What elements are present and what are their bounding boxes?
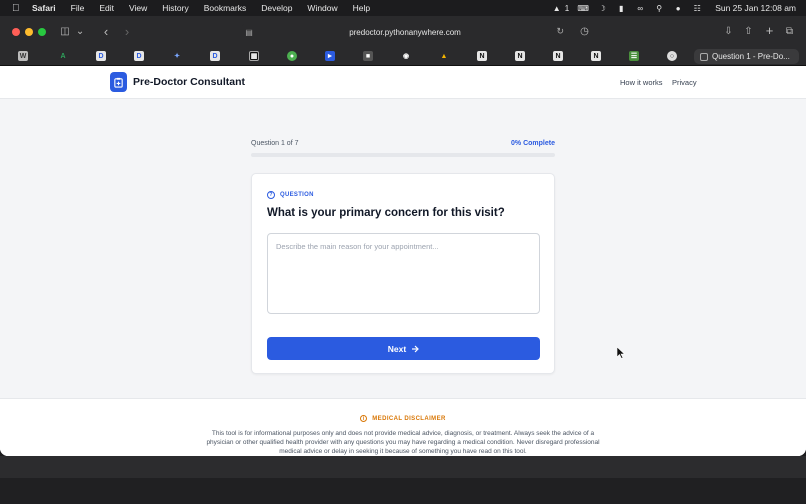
link-icon[interactable]: ∞ <box>635 4 645 13</box>
menu-history[interactable]: History <box>162 3 188 13</box>
notion-2-icon[interactable]: N <box>515 51 525 61</box>
downloads-icon[interactable]: ⇩ <box>722 25 735 38</box>
info-circle-icon: i <box>360 415 368 422</box>
menu-bookmarks[interactable]: Bookmarks <box>204 3 247 13</box>
progress-label: Question 1 of 7 <box>251 140 299 147</box>
desktop-band <box>0 456 806 478</box>
menu-file[interactable]: File <box>71 3 85 13</box>
desktop-background <box>0 456 806 504</box>
favorite-gray-icon[interactable]: ■ <box>363 51 373 61</box>
page-settings-icon[interactable]: ▤ <box>244 27 254 37</box>
disclaimer-heading: MEDICAL DISCLAIMER <box>372 415 446 422</box>
apple-menu-icon[interactable]:  <box>12 3 22 14</box>
question-title: What is your primary concern for this vi… <box>267 207 505 219</box>
notion-3-icon[interactable]: N <box>553 51 563 61</box>
search-icon[interactable]: ⚲ <box>654 4 664 13</box>
status-count: 1 <box>564 3 570 13</box>
menu-help[interactable]: Help <box>353 3 370 13</box>
active-tab-title: Question 1 - Pre-Do... <box>712 52 790 61</box>
battery-icon[interactable]: ▮ <box>616 4 626 13</box>
control-center-icon[interactable]: ☷ <box>692 4 702 13</box>
forward-button[interactable]: › <box>121 24 133 39</box>
disclaimer-heading-row: i MEDICAL DISCLAIMER <box>0 415 806 422</box>
active-tab[interactable]: Question 1 - Pre-Do... <box>694 49 799 64</box>
question-tag: ? QUESTION <box>267 191 314 199</box>
question-card: ? QUESTION What is your primary concern … <box>251 173 555 374</box>
favorite-d3-icon[interactable]: D <box>210 51 220 61</box>
next-button-label: Next <box>387 343 407 354</box>
favorite-d-icon[interactable]: D <box>96 51 106 61</box>
site-header: Pre-Doctor Consultant How it works Priva… <box>0 66 806 99</box>
github-icon[interactable]: ◉ <box>401 51 411 61</box>
mouse-pointer-icon <box>617 347 625 359</box>
favorite-stack-icon[interactable]: ☰ <box>629 51 639 61</box>
answer-textarea[interactable] <box>267 233 540 314</box>
nav-how-it-works[interactable]: How it works <box>620 78 663 87</box>
progress-percent: 0% Complete <box>511 140 555 147</box>
menubar-clock[interactable]: Sun 25 Jan 12:08 am <box>715 3 796 13</box>
notion-icon[interactable]: N <box>477 51 487 61</box>
question-circle-icon: ? <box>267 191 275 199</box>
notion-4-icon[interactable]: N <box>591 51 601 61</box>
favorite-d2-icon[interactable]: D <box>134 51 144 61</box>
google-drive-icon[interactable]: ▲ <box>439 51 449 61</box>
progress-bar <box>251 153 555 157</box>
menu-window[interactable]: Window <box>307 3 337 13</box>
tab-favicon-icon <box>700 52 708 61</box>
status-area: ▲ 1 ⌨ ☽ ▮ ∞ ⚲ ● ☷ Sun 25 Jan 12:08 am <box>552 0 796 16</box>
browser-toolbar: ◫ ⌄ ‹ › ▤ predoctor.pythonanywhere.com ↻… <box>0 16 806 47</box>
favorite-blue-icon[interactable]: ► <box>325 51 335 61</box>
back-button[interactable]: ‹ <box>100 24 112 39</box>
menu-develop[interactable]: Develop <box>261 3 292 13</box>
history-clock-icon[interactable]: ◷ <box>578 25 591 38</box>
moon-icon[interactable]: ☽ <box>597 4 607 13</box>
keyboard-icon[interactable]: ⌨ <box>577 4 589 13</box>
menu-view[interactable]: View <box>129 3 147 13</box>
menu-edit[interactable]: Edit <box>99 3 114 13</box>
site-footer: i MEDICAL DISCLAIMER This tool is for in… <box>0 398 806 456</box>
new-tab-icon[interactable]: + <box>763 23 776 38</box>
nav-privacy[interactable]: Privacy <box>672 78 697 87</box>
sidebar-toggle-icon[interactable]: ◫ <box>58 26 72 37</box>
address-bar[interactable]: ▤ predoctor.pythonanywhere.com ↻ <box>240 24 570 41</box>
siri-icon[interactable]: ● <box>673 4 683 13</box>
share-icon[interactable]: ⇧ <box>742 25 755 38</box>
site-brand[interactable]: Pre-Doctor Consultant <box>133 76 245 88</box>
favorite-w-icon[interactable]: W <box>18 51 28 61</box>
minimize-window-button[interactable] <box>25 28 33 36</box>
favorites-bar: W A D D ✦ D ▦ ● ► ■ ◉ ▲ N N N N ☰ ○ Ques… <box>0 47 806 66</box>
tab-overview-icon[interactable]: ⧉ <box>783 25 796 38</box>
favorite-a-icon[interactable]: A <box>58 51 68 61</box>
chevron-down-icon[interactable]: ⌄ <box>76 26 84 37</box>
reload-icon[interactable]: ↻ <box>556 26 564 37</box>
browser-window: ◫ ⌄ ‹ › ▤ predoctor.pythonanywhere.com ↻… <box>0 16 806 456</box>
clipboard-logo-icon[interactable] <box>110 72 127 92</box>
favorite-sparkle-icon[interactable]: ✦ <box>172 51 182 61</box>
dropbox-icon[interactable]: ▲ <box>552 4 562 13</box>
next-button[interactable]: Next <box>267 337 540 360</box>
close-window-button[interactable] <box>12 28 20 36</box>
favorite-green-icon[interactable]: ● <box>287 51 297 61</box>
favorite-circle-icon[interactable]: ○ <box>667 51 677 61</box>
address-url: predoctor.pythonanywhere.com <box>349 28 461 37</box>
disclaimer-text: This tool is for informational purposes … <box>206 430 600 455</box>
question-tag-label: QUESTION <box>280 192 314 198</box>
zoom-window-button[interactable] <box>38 28 46 36</box>
favorite-terminal-icon[interactable]: ▦ <box>249 51 259 61</box>
web-page: Pre-Doctor Consultant How it works Priva… <box>0 66 806 456</box>
menu-app-name[interactable]: Safari <box>32 3 56 13</box>
arrow-right-icon <box>412 345 420 352</box>
clipboard-plus-icon <box>114 77 123 88</box>
menu-bar:  Safari File Edit View History Bookmark… <box>0 0 806 16</box>
